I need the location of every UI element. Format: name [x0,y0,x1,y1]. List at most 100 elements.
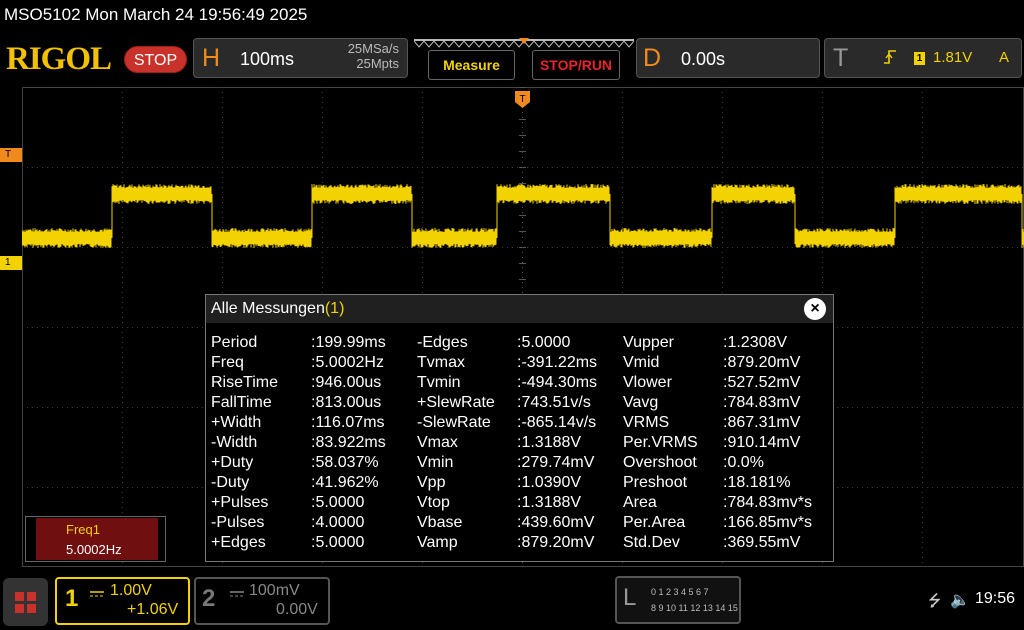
sample-rate: 25MSa/s [347,41,399,56]
measurement-name: Preshoot [623,474,688,491]
measurement-name: Tvmax [417,354,465,371]
measurement-value: :58.037% [311,454,379,471]
measurement-value: :166.85mv*s [723,514,812,531]
dc-coupling-icon [90,585,104,603]
ch1-ground-marker[interactable]: 1 [0,256,22,270]
logic-letter: L [623,584,637,611]
measurement-value: :1.0390V [517,474,582,491]
measurement-name: Vlower [623,374,672,391]
measurement-value: :527.52mV [723,374,801,391]
home-menu-button[interactable] [3,578,48,626]
horizontal-panel[interactable]: H 100ms 25MSa/s 25Mpts [193,38,408,78]
delay-panel[interactable]: D 0.00s [636,38,820,78]
grid-menu-icon [15,592,36,613]
trigger-position-marker[interactable]: T [515,91,530,108]
measurement-name: Vmid [623,354,660,371]
measurement-name: Freq [211,354,244,371]
measurement-value: :1.2308V [723,334,788,351]
measurement-name: Vavg [623,394,659,411]
timebase-value: 100ms [240,49,295,69]
measurement-value: :199.99ms [311,334,386,351]
measurement-name: -Pulses [211,514,265,531]
ch1-number: 1 [65,585,79,612]
measurement-name: Vamp [417,534,458,551]
trigger-letter: T [833,44,849,72]
logic-row-2: 8 9 10 11 12 13 14 15 [651,603,738,613]
measurement-value: :813.00us [311,394,382,411]
trigger-mode: A [999,49,1010,66]
measurement-name: -Duty [211,474,250,491]
dc-coupling-icon [230,585,244,603]
svg-text:T: T [519,94,525,105]
ch2-number: 2 [202,585,216,612]
measurement-value: :116.07ms [311,414,385,431]
measurement-value: :-494.30ms [517,374,598,391]
measurement-name: -SlewRate [417,414,491,431]
measurement-value: :439.60mV [517,514,595,531]
measurement-value: :-391.22ms [517,354,598,371]
measure-button[interactable]: Measure [428,50,515,80]
measurements-panel: Alle Messungen(1) × Period :199.99ms Freq:… [205,294,834,562]
freq-value: 5.0002Hz [66,542,122,557]
trigger-panel[interactable]: T 1 1.81V A [824,38,1022,78]
measurement-value: :784.83mv*s [723,494,812,511]
measurement-value: :784.83mV [723,394,801,411]
memory-position-bar[interactable] [414,38,634,49]
ch2-scale: 100mV [249,582,300,599]
measurement-value: :41.962% [311,474,379,491]
measurement-value: :18.181% [723,474,791,491]
run-state-badge[interactable]: STOP [124,46,187,73]
ch1-offset: +1.06V [127,601,179,618]
measurement-name: +Edges [211,534,266,551]
measurement-name: Vtop [417,494,450,511]
ch2-offset: 0.00V [276,601,318,618]
measurement-value: :0.0% [723,454,764,471]
measurement-value: :4.0000 [311,514,365,531]
measurement-name: -Width [211,434,258,451]
clock: 19:56 [975,590,1016,607]
measurement-value: :1.3188V [517,434,582,451]
speaker-icon[interactable]: 🔈 [950,590,970,610]
measurement-name: +Duty [211,454,254,471]
sample-rate-info: 25MSa/s 25Mpts [348,41,399,71]
measurement-name: Per.Area [623,514,686,531]
trigger-level-marker[interactable]: T [0,148,22,162]
stoprun-button[interactable]: STOP/RUN [532,50,620,80]
measurement-name: Area [623,494,657,511]
ch1-scale: 1.00V [110,582,152,599]
measurement-name: Vmin [417,454,454,471]
measurement-value: :5.0000 [311,494,365,511]
panel-title: Alle Messungen [211,300,325,317]
rising-edge-icon [883,49,897,69]
measurement-name: +SlewRate [417,394,495,411]
measurement-name: Vpp [417,474,446,491]
measurement-value: :279.74mV [517,454,595,471]
measurement-name: Vmax [417,434,458,451]
measurement-value: :5.0000 [517,334,571,351]
measurement-name: +Pulses [211,494,269,511]
oscilloscope-screen: MSO5102 Mon March 24 19:56:49 2025 RIGOL… [0,0,1024,630]
logic-row-1: 0 1 2 3 4 5 6 7 [651,587,709,597]
measurement-value: :743.51v/s [517,394,591,411]
measurement-name: Overshoot [623,454,697,471]
horizontal-letter: H [202,44,221,72]
measurement-value: :1.3188V [517,494,582,511]
close-icon[interactable]: × [804,298,826,320]
measurement-value: :-865.14v/s [517,414,597,431]
measurement-value: :5.0002Hz [311,354,384,371]
usb-icon: ⭍ [928,593,942,610]
measurement-name: -Edges [417,334,468,351]
trigger-level: 1.81V [933,49,973,66]
measurement-name: Period [211,334,258,351]
measurement-value: :5.0000 [311,534,365,551]
freq-label: Freq1 [66,522,100,537]
measurement-name: FallTime [211,394,272,411]
measurement-value: :879.20mV [517,534,595,551]
measurement-value: :946.00us [311,374,382,391]
measurement-name: Vupper [623,334,674,351]
measurement-value: :867.31mV [723,414,801,431]
measurement-name: Per.VRMS [623,434,698,451]
delay-letter: D [643,44,662,72]
panel-title-bar[interactable]: Alle Messungen(1) [206,295,833,323]
trigger-source-badge: 1 [914,52,925,65]
